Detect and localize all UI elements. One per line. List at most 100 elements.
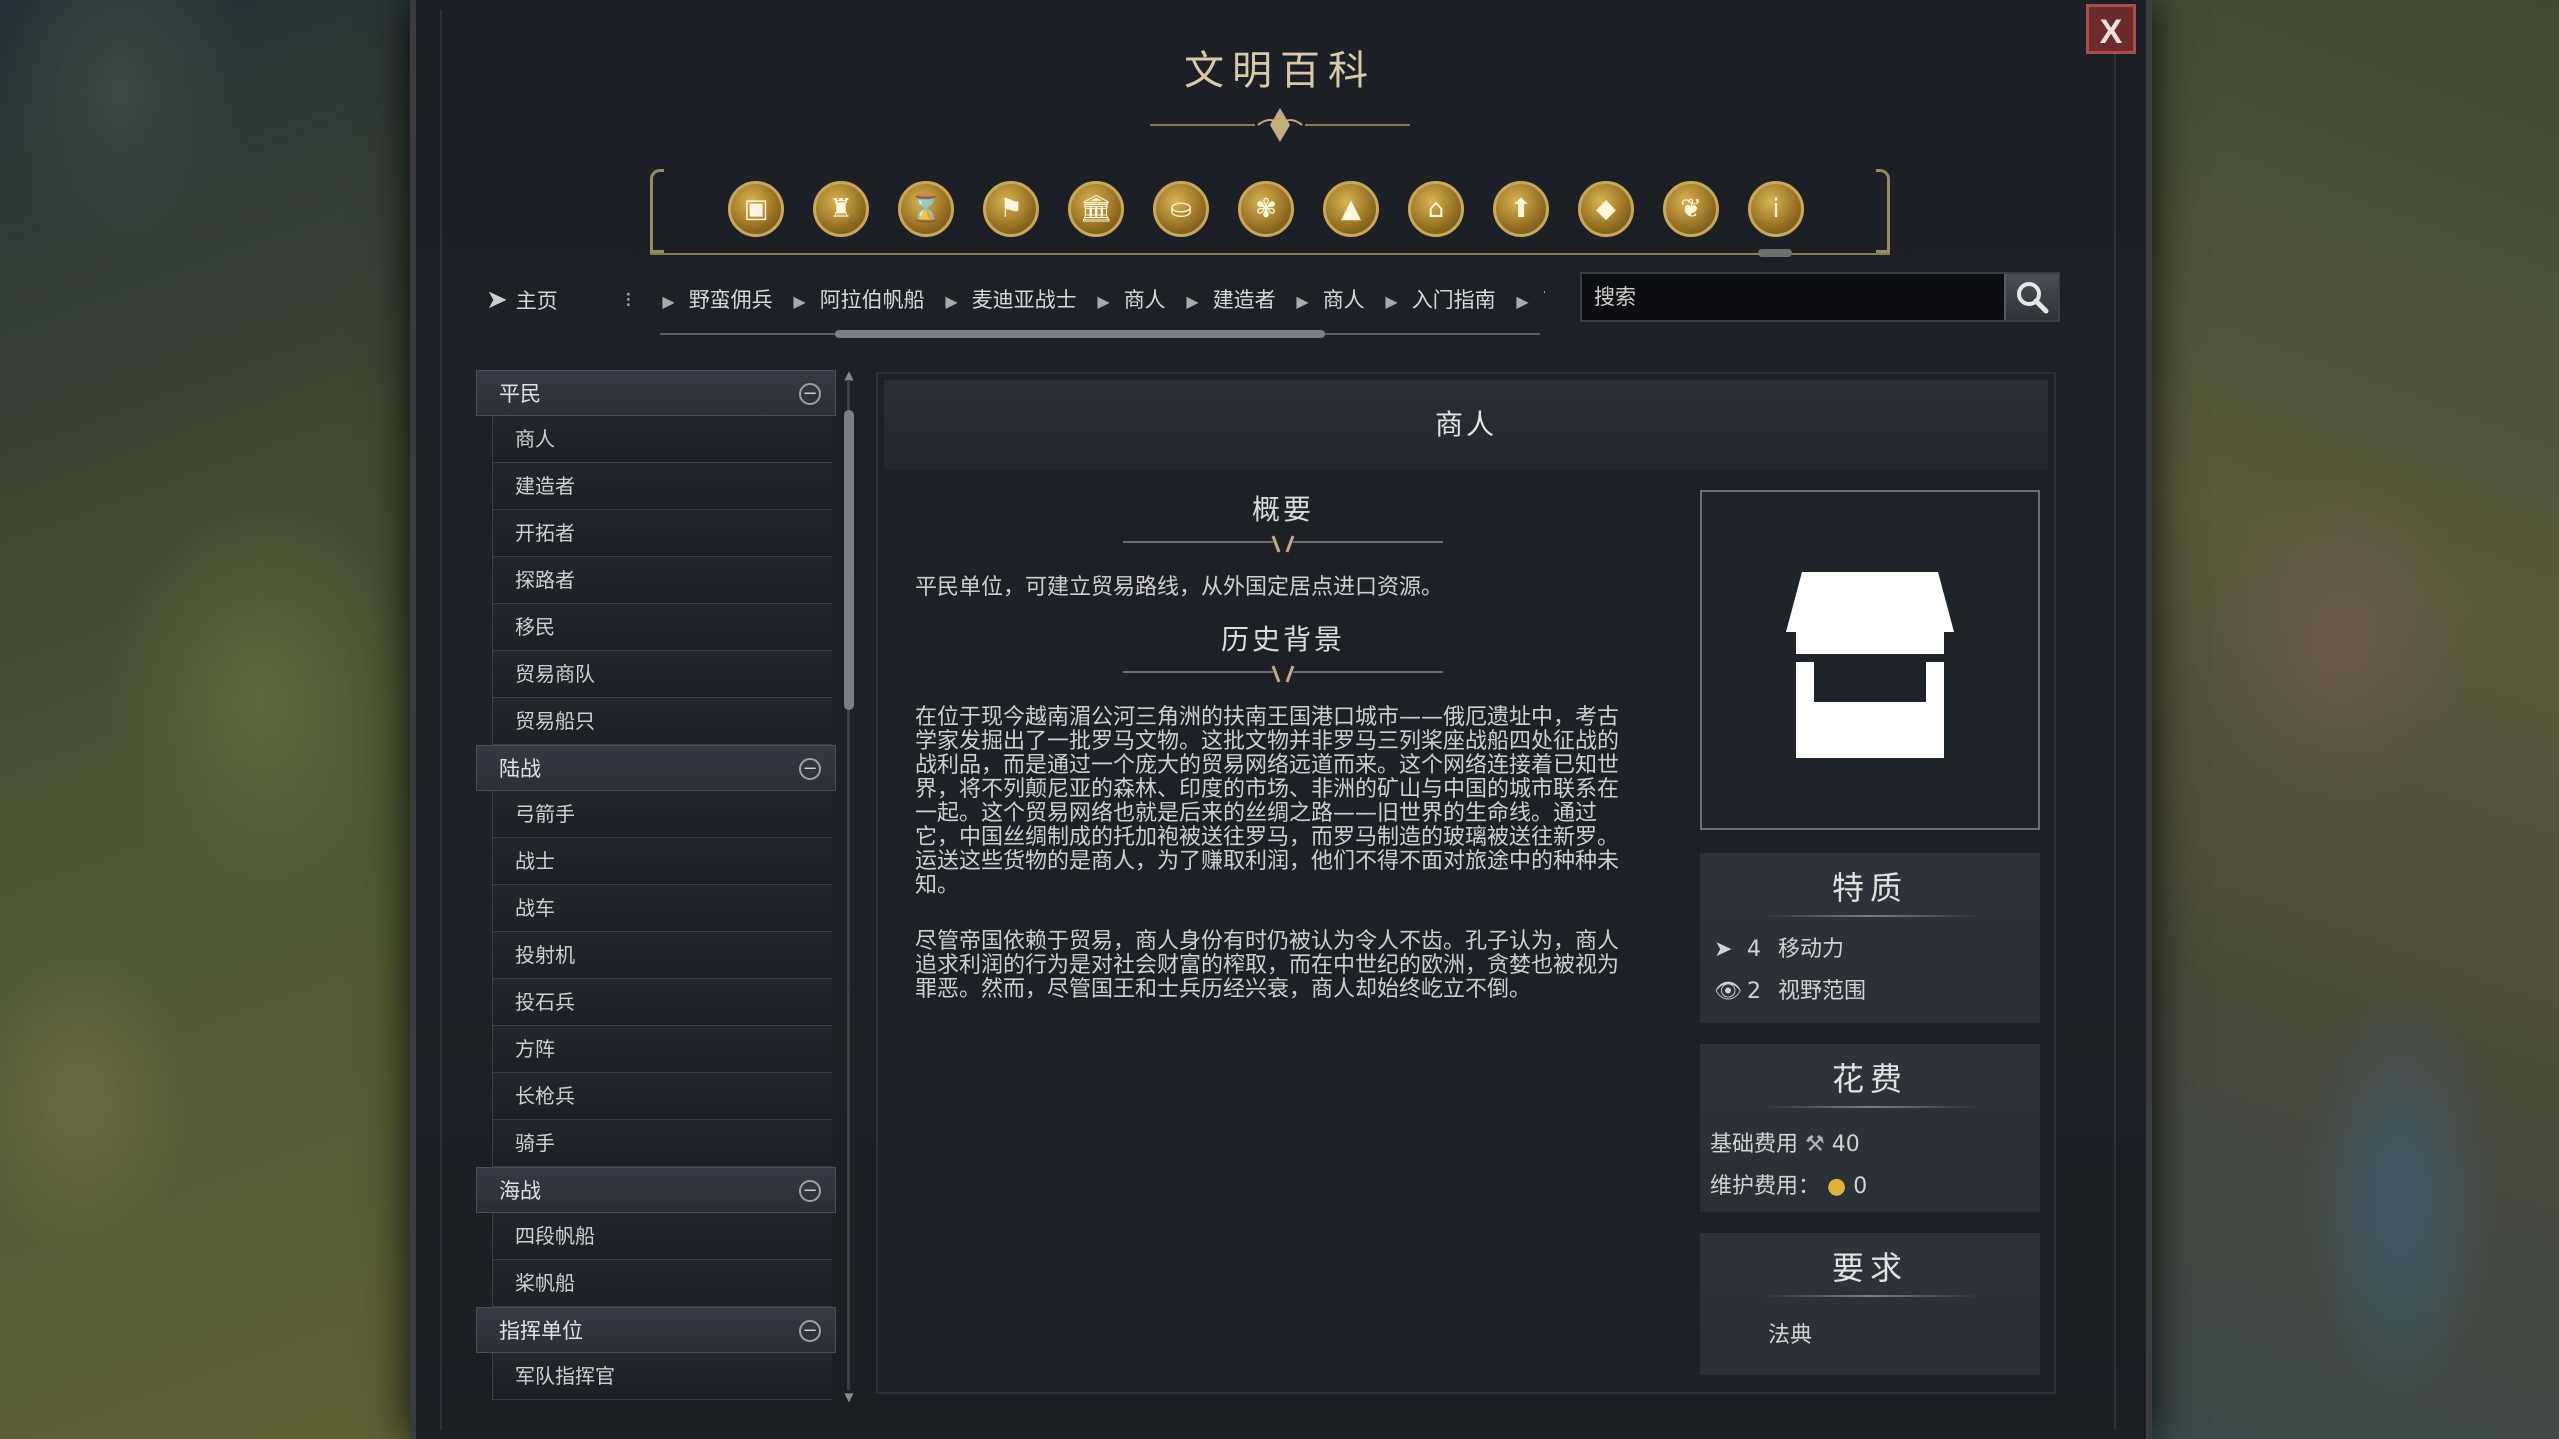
collapse-icon[interactable]: − bbox=[799, 1180, 821, 1202]
list-item[interactable]: 商人 bbox=[492, 416, 832, 463]
breadcrumb-item[interactable]: 建造者 bbox=[1213, 288, 1276, 312]
group-label: 平民 bbox=[499, 382, 541, 406]
list-item[interactable]: 开拓者 bbox=[492, 510, 832, 557]
cost-title: 花费 bbox=[1831, 1060, 1908, 1098]
collapse-icon[interactable]: − bbox=[799, 1320, 821, 1342]
map-background-right bbox=[2140, 0, 2559, 1439]
search-button[interactable] bbox=[2004, 274, 2058, 320]
sight-value: 2 bbox=[1747, 979, 1761, 1004]
collapse-icon[interactable]: − bbox=[799, 383, 821, 405]
map-background-left bbox=[0, 0, 420, 1439]
history-ornament bbox=[1123, 665, 1443, 683]
overview-ornament bbox=[1123, 535, 1443, 553]
breadcrumb-item[interactable]: 商人 bbox=[1323, 288, 1365, 312]
list-item[interactable]: 贸易船只 bbox=[492, 698, 832, 745]
upkeep-label: 维护费用： bbox=[1710, 1174, 1821, 1199]
breadcrumb-overflow-icon[interactable]: ⁝ bbox=[625, 288, 632, 312]
breadcrumb-item[interactable]: 商人 bbox=[1543, 288, 1545, 312]
info-category-icon[interactable]: i bbox=[1748, 181, 1804, 237]
icon-bar-right-cap bbox=[1876, 169, 1890, 253]
terrain-category-icon[interactable]: ▲ bbox=[1323, 181, 1379, 237]
list-item[interactable]: 建造者 bbox=[492, 463, 832, 510]
title-ornament bbox=[1150, 108, 1410, 142]
diplomacy-category-icon[interactable]: ◆ bbox=[1578, 181, 1634, 237]
group-header-civilian[interactable]: 平民 − bbox=[476, 370, 836, 416]
gold-coin-icon: ● bbox=[1827, 1174, 1847, 1199]
breadcrumb-scrollbar[interactable] bbox=[660, 330, 1540, 338]
list-item[interactable]: 长枪兵 bbox=[492, 1073, 832, 1120]
list-item[interactable]: 战车 bbox=[492, 885, 832, 932]
icon-bar-left-cap bbox=[650, 169, 664, 253]
chevron-right-icon: ▶ bbox=[1516, 292, 1529, 311]
sidebar-scroll-thumb[interactable] bbox=[844, 410, 854, 710]
movement-label: 移动力 bbox=[1778, 937, 1845, 962]
units-category-icon[interactable]: ▣ bbox=[728, 181, 784, 237]
movement-value: 4 bbox=[1747, 937, 1761, 962]
movement-icon: ➤ bbox=[1714, 937, 1733, 962]
list-item[interactable]: 军队指挥官 bbox=[492, 1353, 832, 1400]
upkeep-row: 维护费用： ● 0 bbox=[1710, 1168, 1867, 1200]
merchant-stall-icon bbox=[1786, 572, 1954, 758]
overview-text: 平民单位，可建立贸易路线，从外国定居点进口资源。 bbox=[915, 575, 1444, 600]
unit-portrait bbox=[1700, 490, 2040, 830]
collapse-icon[interactable]: − bbox=[799, 758, 821, 780]
close-button[interactable]: X bbox=[2086, 4, 2136, 54]
governments-category-icon[interactable]: 🏛 bbox=[1068, 181, 1124, 237]
chevron-right-icon: ▶ bbox=[945, 292, 958, 311]
base-cost-value: 40 bbox=[1831, 1132, 1860, 1157]
list-item[interactable]: 弓箭手 bbox=[492, 791, 832, 838]
window-title: 文明百科 bbox=[1184, 48, 1376, 94]
list-item[interactable]: 投射机 bbox=[492, 932, 832, 979]
breadcrumb-scroll-thumb[interactable] bbox=[835, 330, 1325, 338]
breadcrumb-item[interactable]: 阿拉伯帆船 bbox=[820, 288, 925, 312]
scroll-up-icon[interactable]: ▲ bbox=[842, 369, 856, 381]
list-item[interactable]: 贸易商队 bbox=[492, 651, 832, 698]
list-item[interactable]: 投石兵 bbox=[492, 979, 832, 1026]
group-header-command[interactable]: 指挥单位 − bbox=[476, 1307, 836, 1353]
resources-category-icon[interactable]: ⛀ bbox=[1153, 181, 1209, 237]
base-cost-row: 基础费用 ⚒ 40 bbox=[1710, 1126, 1860, 1158]
upkeep-value: 0 bbox=[1853, 1174, 1868, 1199]
breadcrumb-item[interactable]: 入门指南 bbox=[1412, 288, 1496, 312]
traits-divider bbox=[1760, 915, 1980, 917]
group-label: 海战 bbox=[499, 1179, 541, 1203]
home-label: 主页 bbox=[515, 289, 558, 313]
breadcrumb-item[interactable]: 麦迪亚战士 bbox=[972, 288, 1077, 312]
civilizations-category-icon[interactable]: ⚑ bbox=[983, 181, 1039, 237]
list-item[interactable]: 方阵 bbox=[492, 1026, 832, 1073]
districts-category-icon[interactable]: ⌂ bbox=[1408, 181, 1464, 237]
home-link[interactable]: ➤ 主页 bbox=[486, 283, 558, 317]
sight-row: 👁 2 视野范围 bbox=[1714, 973, 1866, 1005]
chevron-right-icon: ▶ bbox=[1186, 292, 1199, 311]
search-input[interactable] bbox=[1582, 274, 2002, 320]
cost-box: 花费 基础费用 ⚒ 40 维护费用： ● 0 bbox=[1700, 1044, 2040, 1212]
list-item[interactable]: 桨帆船 bbox=[492, 1260, 832, 1307]
group-header-land[interactable]: 陆战 − bbox=[476, 745, 836, 791]
scroll-down-icon[interactable]: ▼ bbox=[842, 1391, 856, 1403]
chevron-right-icon: ▶ bbox=[1097, 292, 1110, 311]
list-item[interactable]: 移民 bbox=[492, 604, 832, 651]
history-title: 历史背景 bbox=[1220, 623, 1345, 656]
eras-category-icon[interactable]: ⌛ bbox=[898, 181, 954, 237]
list-item[interactable]: 骑手 bbox=[492, 1120, 832, 1167]
list-item[interactable]: 探路者 bbox=[492, 557, 832, 604]
breadcrumb-item[interactable]: 野蛮佣兵 bbox=[689, 288, 773, 312]
progress-category-icon[interactable]: ⬆ bbox=[1493, 181, 1549, 237]
history-paragraph-2: 尽管帝国依赖于贸易，商人身份有时仍被认为令人不齿。孔子认为，商人追求利润的行为是… bbox=[915, 929, 1620, 1002]
chevron-right-icon: ▶ bbox=[1385, 292, 1398, 311]
religion-category-icon[interactable]: ❦ bbox=[1663, 181, 1719, 237]
group-header-naval[interactable]: 海战 − bbox=[476, 1167, 836, 1213]
breadcrumb-item[interactable]: 商人 bbox=[1124, 288, 1166, 312]
eye-icon: 👁 bbox=[1714, 979, 1742, 1004]
article-title: 商人 bbox=[884, 380, 2048, 470]
buildings-category-icon[interactable]: ♜ bbox=[813, 181, 869, 237]
requirement-item[interactable]: 法典 bbox=[1768, 1317, 1812, 1349]
category-sidebar: 平民 − 商人 建造者 开拓者 探路者 移民 贸易商队 贸易船只 陆战 − 弓箭… bbox=[476, 370, 836, 1402]
production-hammer-icon: ⚒ bbox=[1805, 1132, 1825, 1157]
traditions-category-icon[interactable]: ✾ bbox=[1238, 181, 1294, 237]
list-item[interactable]: 四段帆船 bbox=[492, 1213, 832, 1260]
chevron-right-icon: ▶ bbox=[662, 292, 675, 311]
sidebar-scrollbar[interactable]: ▲ ▼ bbox=[842, 369, 856, 1403]
list-item[interactable]: 战士 bbox=[492, 838, 832, 885]
group-label: 陆战 bbox=[499, 757, 541, 781]
